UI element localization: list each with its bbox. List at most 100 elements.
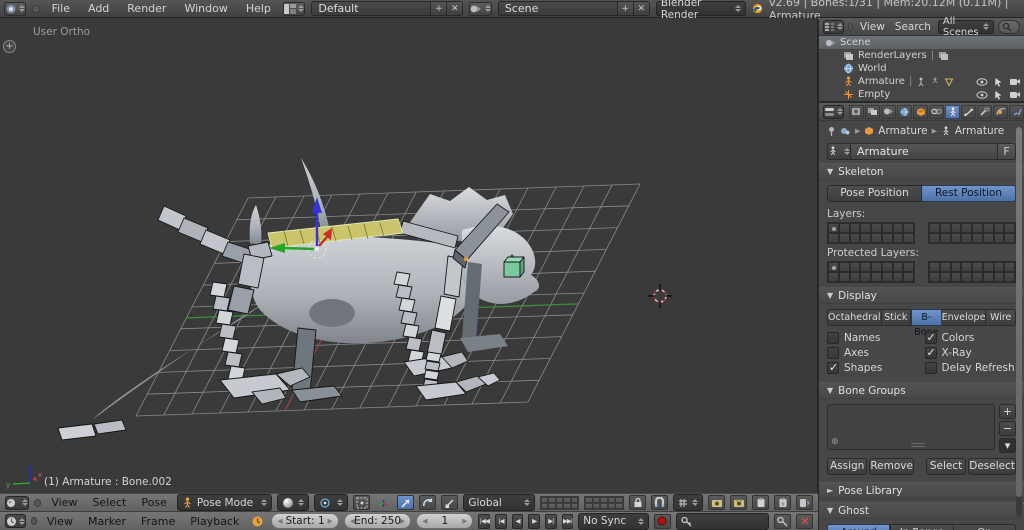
datablock-name-field[interactable]: Armature bbox=[851, 142, 998, 160]
timeline-menu-frame[interactable]: Frame bbox=[136, 515, 180, 528]
layer-cell[interactable] bbox=[903, 223, 914, 233]
layer-cell[interactable] bbox=[828, 272, 839, 282]
breadcrumb-data[interactable]: Armature bbox=[955, 125, 1004, 137]
delay-refresh-checkbox[interactable]: Delay Refresh bbox=[924, 362, 1017, 374]
layer-cell[interactable] bbox=[892, 262, 904, 272]
armature-layers-grid-2[interactable] bbox=[928, 222, 1016, 244]
armature-layers-grid-1[interactable] bbox=[827, 222, 915, 244]
layer-cell[interactable] bbox=[860, 272, 871, 282]
layer-cell[interactable] bbox=[903, 233, 914, 243]
viewport-shading-dropdown[interactable] bbox=[277, 494, 310, 511]
layer-cell[interactable] bbox=[838, 262, 850, 272]
layer-cell[interactable] bbox=[563, 502, 571, 509]
mode-dropdown[interactable]: Pose Mode bbox=[176, 494, 273, 511]
menu-render[interactable]: Render bbox=[121, 2, 172, 15]
pivot-point-dropdown[interactable] bbox=[314, 494, 349, 511]
jump-to-end-button[interactable]: ▶▶| bbox=[561, 513, 574, 529]
add-bone-group-button[interactable]: + bbox=[999, 404, 1016, 419]
delete-keyframe-icon[interactable] bbox=[796, 513, 813, 529]
mode-bbone-button[interactable]: B-Bone bbox=[911, 309, 942, 338]
select-button[interactable]: Select bbox=[925, 458, 967, 475]
layer-cell[interactable] bbox=[881, 272, 893, 282]
layer-cell[interactable] bbox=[838, 223, 850, 233]
current-frame-slider[interactable]: 1 bbox=[416, 513, 474, 529]
layer-cell[interactable] bbox=[982, 272, 994, 282]
keying-set-field[interactable] bbox=[675, 512, 769, 530]
screen-layout-icon[interactable] bbox=[282, 1, 306, 16]
header-collapse-icon[interactable] bbox=[31, 517, 37, 525]
deselect-button[interactable]: Deselect bbox=[968, 458, 1016, 475]
layer-cell[interactable] bbox=[570, 502, 579, 509]
tab-render[interactable] bbox=[849, 104, 864, 119]
render-opengl-anim-icon[interactable] bbox=[730, 495, 747, 510]
axes-checkbox[interactable]: Axes bbox=[827, 347, 919, 359]
layer-cell[interactable] bbox=[1004, 272, 1015, 282]
tab-physics[interactable] bbox=[993, 104, 1008, 119]
view3d-menu-pose[interactable]: Pose bbox=[136, 496, 171, 509]
header-collapse-icon[interactable] bbox=[32, 4, 40, 13]
pose-library-panel-header[interactable]: ► Pose Library bbox=[819, 482, 1024, 499]
outliner-search-box[interactable] bbox=[997, 19, 1020, 34]
jump-next-keyframe-button[interactable]: ▶| bbox=[544, 513, 557, 529]
snap-element-dropdown[interactable] bbox=[673, 494, 703, 511]
fake-user-button[interactable]: F bbox=[998, 142, 1016, 160]
renderability-camera-icon[interactable] bbox=[1009, 90, 1020, 99]
bone-group-specials-button[interactable]: ▾ bbox=[999, 438, 1016, 453]
layer-cell[interactable] bbox=[585, 502, 593, 509]
layer-cell[interactable] bbox=[903, 272, 914, 282]
mode-octahedral-button[interactable]: Octahedral bbox=[827, 309, 882, 326]
layer-cell[interactable] bbox=[555, 502, 564, 509]
layer-cell[interactable] bbox=[828, 223, 839, 233]
layer-cell[interactable] bbox=[939, 223, 951, 233]
layer-cell[interactable] bbox=[881, 233, 893, 243]
layer-cell[interactable] bbox=[871, 223, 882, 233]
editor-type-dropdown[interactable] bbox=[5, 495, 30, 510]
outliner-item-empty[interactable]: Empty bbox=[819, 88, 1024, 101]
layer-cell[interactable] bbox=[849, 262, 861, 272]
xray-checkbox[interactable]: X-Ray bbox=[924, 346, 1017, 359]
layer-cell[interactable] bbox=[871, 262, 882, 272]
breadcrumb-object[interactable]: Armature bbox=[878, 125, 927, 137]
layer-cell[interactable] bbox=[860, 233, 871, 243]
view3d-menu-view[interactable]: View bbox=[46, 496, 82, 509]
layer-cell[interactable] bbox=[849, 223, 861, 233]
selectability-cursor-icon[interactable] bbox=[994, 77, 1003, 87]
layer-cell[interactable] bbox=[892, 233, 904, 243]
layer-cell[interactable] bbox=[903, 262, 914, 272]
around-frame-button[interactable]: Around Frame bbox=[827, 524, 891, 530]
renderability-camera-icon[interactable] bbox=[1009, 77, 1020, 86]
rotate-manipulator-icon[interactable] bbox=[419, 495, 437, 510]
layer-cell[interactable] bbox=[950, 233, 962, 243]
tab-scene[interactable] bbox=[881, 104, 896, 119]
layer-cell[interactable] bbox=[881, 223, 893, 233]
tab-constraints[interactable] bbox=[929, 104, 944, 119]
layer-cell[interactable] bbox=[849, 272, 861, 282]
layer-cell[interactable] bbox=[961, 272, 972, 282]
scene-name-field[interactable]: Scene bbox=[497, 1, 618, 16]
layer-cell[interactable] bbox=[1004, 223, 1015, 233]
layer-cell[interactable] bbox=[540, 502, 549, 509]
sync-mode-dropdown[interactable]: No Sync bbox=[578, 512, 649, 530]
layer-cell[interactable] bbox=[982, 233, 994, 243]
pin-icon[interactable] bbox=[827, 126, 836, 137]
rest-position-button[interactable]: Rest Position bbox=[922, 185, 1016, 202]
manipulator-toggle-icon[interactable] bbox=[353, 495, 371, 510]
header-collapse-icon[interactable] bbox=[848, 22, 853, 31]
layer-cell[interactable] bbox=[972, 223, 983, 233]
skeleton-panel-header[interactable]: ▼ Skeleton bbox=[819, 163, 1024, 180]
viewport-3d[interactable]: x y User Ortho (1) Armature : Bone.002 + bbox=[0, 18, 818, 493]
outliner-editor-dropdown[interactable] bbox=[823, 19, 844, 34]
timeline-menu-marker[interactable]: Marker bbox=[83, 515, 131, 528]
mode-envelope-button[interactable]: Envelope bbox=[941, 309, 987, 326]
visible-layers-grid-2[interactable] bbox=[584, 495, 624, 510]
mode-wire-button[interactable]: Wire bbox=[986, 309, 1016, 326]
use-preview-range-icon[interactable] bbox=[249, 514, 266, 529]
layer-cell[interactable] bbox=[972, 233, 983, 243]
paste-flipped-pose-icon[interactable] bbox=[796, 495, 813, 510]
timeline-menu-view[interactable]: View bbox=[42, 515, 78, 528]
remove-button[interactable]: Remove bbox=[869, 458, 914, 475]
menu-file[interactable]: File bbox=[46, 2, 76, 15]
properties-scrollbar[interactable] bbox=[1016, 127, 1022, 517]
menu-add[interactable]: Add bbox=[82, 2, 115, 15]
head-bone-cube[interactable] bbox=[503, 256, 525, 278]
